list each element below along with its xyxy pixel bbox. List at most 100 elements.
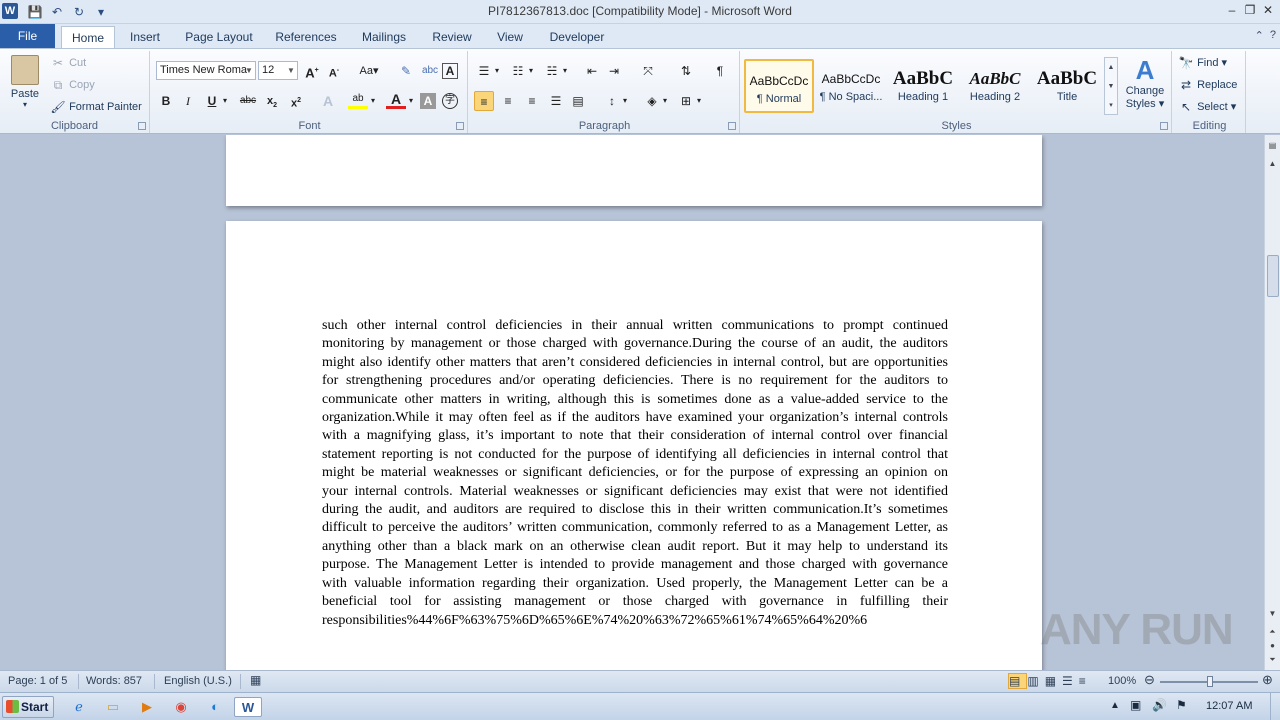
bullets-icon[interactable]: ☰ (474, 61, 494, 81)
character-border-icon[interactable]: A (442, 63, 458, 79)
line-spacing-dropdown-icon[interactable]: ▾ (620, 91, 630, 111)
copy-button[interactable]: ⧉ Copy (50, 77, 95, 93)
start-button[interactable]: Start (2, 696, 54, 718)
word-taskbar-icon[interactable]: W (234, 697, 262, 717)
styles-scroll-up-icon[interactable]: ▲ (1105, 58, 1117, 77)
highlight-icon[interactable]: ab (348, 91, 368, 109)
web-layout-icon[interactable]: ▦ (1045, 674, 1062, 688)
shading-dropdown-icon[interactable]: ▾ (660, 91, 670, 111)
styles-scroll-down-icon[interactable]: ▼ (1105, 77, 1117, 96)
zoom-slider[interactable] (1160, 676, 1258, 687)
action-center-flag-icon[interactable]: ⚑ (1176, 698, 1187, 712)
macro-record-icon[interactable]: ▦ (250, 673, 261, 687)
document-body-text[interactable]: such other internal control deficiencies… (322, 317, 948, 630)
tray-expand-icon[interactable]: ▲ (1110, 700, 1120, 711)
zoom-level[interactable]: 100% (1108, 675, 1136, 687)
restore-icon[interactable]: ❐ (1242, 2, 1258, 18)
strikethrough-icon[interactable]: abc (238, 91, 258, 111)
draft-view-icon[interactable]: ≡ (1079, 674, 1092, 688)
grow-font-icon[interactable]: A+ (302, 61, 322, 81)
select-button[interactable]: ↖ Select ▾ (1178, 99, 1236, 115)
media-player-icon[interactable]: ▶ (136, 697, 158, 717)
tab-mailings[interactable]: Mailings (354, 26, 414, 48)
style-heading-2[interactable]: AaBbC Heading 2 (960, 59, 1030, 113)
borders-dropdown-icon[interactable]: ▾ (694, 91, 704, 111)
font-color-dropdown-icon[interactable]: ▾ (406, 91, 416, 111)
multilevel-dropdown-icon[interactable]: ▾ (560, 61, 570, 81)
style-no-spacing[interactable]: AaBbCcDc ¶ No Spaci... (816, 59, 886, 113)
character-shading-icon[interactable]: A (420, 93, 436, 109)
print-layout-view-icon[interactable]: ▤ (1008, 673, 1028, 689)
next-page-icon[interactable]: ⏷ (1265, 653, 1280, 667)
font-launcher-icon[interactable] (456, 122, 464, 130)
zoom-slider-thumb[interactable] (1207, 676, 1213, 687)
previous-page-icon[interactable]: ⏶ (1265, 625, 1280, 639)
document-page-2[interactable]: such other internal control deficiencies… (226, 221, 1042, 670)
word-count[interactable]: Words: 857 (86, 675, 142, 687)
style-heading-1[interactable]: AaBbC Heading 1 (888, 59, 958, 113)
phonetic-guide-icon[interactable]: abc (420, 61, 440, 81)
paste-button[interactable]: Paste ▾ (6, 55, 44, 109)
tab-view[interactable]: View (490, 26, 530, 48)
multilevel-list-icon[interactable]: ☵ (542, 61, 562, 81)
borders-icon[interactable]: ⊞ (676, 91, 696, 111)
line-spacing-icon[interactable]: ↕ (602, 91, 622, 111)
document-area[interactable]: such other internal control deficiencies… (0, 135, 1264, 670)
align-left-icon[interactable]: ≡ (474, 91, 494, 111)
document-page-1[interactable] (226, 135, 1042, 206)
justify-icon[interactable]: ☰ (546, 91, 566, 111)
help-icon[interactable]: ? (1270, 29, 1276, 42)
chrome-icon[interactable]: ◉ (170, 697, 192, 717)
page-count[interactable]: Page: 1 of 5 (8, 675, 67, 687)
styles-launcher-icon[interactable] (1160, 122, 1168, 130)
highlight-dropdown-icon[interactable]: ▾ (368, 91, 378, 111)
subscript-icon[interactable]: x2 (262, 91, 282, 111)
show-paragraph-marks-icon[interactable]: ¶ (710, 61, 730, 81)
minimize-icon[interactable]: – (1224, 2, 1240, 18)
format-painter-button[interactable]: 🖌 Format Painter (50, 99, 141, 115)
zoom-out-icon[interactable]: ⊖ (1144, 672, 1155, 688)
align-right-icon[interactable]: ≡ (522, 91, 542, 111)
tab-developer[interactable]: Developer (543, 26, 611, 48)
text-effects-icon[interactable]: A (318, 91, 338, 111)
paragraph-launcher-icon[interactable] (728, 122, 736, 130)
replace-button[interactable]: ⇄ Replace (1178, 77, 1237, 93)
enclose-characters-icon[interactable]: 字 (442, 93, 458, 109)
show-desktop-button[interactable] (1270, 693, 1280, 720)
numbering-icon[interactable]: ☷ (508, 61, 528, 81)
sort-icon[interactable]: ⇅ (676, 61, 696, 81)
file-explorer-icon[interactable]: ▭ (102, 697, 124, 717)
bold-icon[interactable]: B (156, 91, 176, 111)
clock[interactable]: 12:07 AM (1206, 700, 1252, 712)
font-size-combo[interactable]: 12 ▼ (258, 61, 298, 80)
tab-page-layout[interactable]: Page Layout (180, 26, 258, 48)
internet-explorer-icon[interactable]: ℯ (68, 697, 90, 717)
language[interactable]: English (U.S.) (164, 675, 232, 687)
style-normal[interactable]: AaBbCcDc ¶ Normal (744, 59, 814, 113)
cut-button[interactable]: ✂ Cut (50, 55, 86, 71)
zoom-in-icon[interactable]: ⊕ (1262, 672, 1273, 688)
text-direction-icon[interactable]: ⤧ (638, 61, 658, 81)
tab-review[interactable]: Review (427, 26, 477, 48)
shading-icon[interactable]: ◈ (642, 91, 662, 111)
tab-home[interactable]: Home (61, 26, 115, 48)
scroll-down-icon[interactable]: ▼ (1265, 607, 1280, 621)
ruler-toggle-icon[interactable]: ▤ (1265, 139, 1280, 153)
close-icon[interactable]: ✕ (1260, 2, 1276, 18)
clear-formatting-icon[interactable]: ✎ (396, 61, 416, 81)
increase-indent-icon[interactable]: ⇥ (604, 61, 624, 81)
tab-references[interactable]: References (270, 26, 342, 48)
font-color-icon[interactable]: A (386, 91, 406, 109)
align-center-icon[interactable]: ≡ (498, 91, 518, 111)
outline-view-icon[interactable]: ☰ (1062, 674, 1079, 688)
full-screen-reading-icon[interactable]: ▥ (1027, 674, 1044, 688)
tab-file[interactable]: File (0, 24, 55, 48)
change-case-icon[interactable]: Aa▾ (356, 61, 382, 81)
network-icon[interactable]: ▣ (1130, 698, 1141, 712)
decrease-indent-icon[interactable]: ⇤ (582, 61, 602, 81)
browse-object-icon[interactable]: ● (1265, 639, 1280, 653)
volume-icon[interactable]: 🔊 (1152, 698, 1167, 712)
scroll-up-icon[interactable]: ▲ (1265, 157, 1280, 171)
underline-dropdown-icon[interactable]: ▾ (220, 91, 230, 111)
edge-icon[interactable]: ◐ (204, 697, 226, 717)
